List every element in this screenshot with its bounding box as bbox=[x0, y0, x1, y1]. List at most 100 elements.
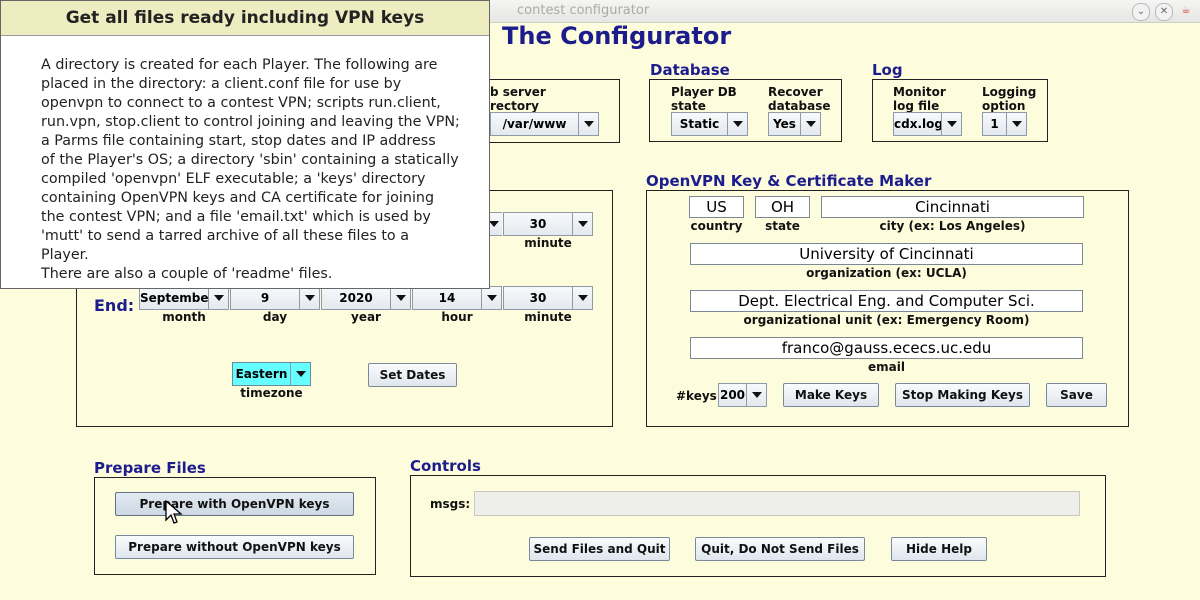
logging-option-label-2: option bbox=[982, 99, 1026, 113]
help-line: the contest VPN; and a file 'email.txt' … bbox=[41, 209, 431, 225]
log-file-label-1: Monitor bbox=[893, 85, 946, 99]
stop-making-keys-button[interactable]: Stop Making Keys bbox=[895, 383, 1030, 407]
end-month-select[interactable]: September bbox=[139, 286, 229, 310]
window-title: contest configurator bbox=[517, 3, 650, 18]
end-day-label: day bbox=[262, 310, 288, 324]
country-label: country bbox=[690, 219, 743, 233]
prepare-files-title: Prepare Files bbox=[94, 459, 206, 477]
state-field[interactable]: OH bbox=[755, 196, 810, 218]
close-icon[interactable]: ✕ bbox=[1155, 3, 1173, 21]
log-file-select[interactable]: cdx.log bbox=[893, 112, 962, 136]
logging-option-select[interactable]: 1 bbox=[982, 112, 1027, 136]
controls-title: Controls bbox=[410, 457, 481, 475]
help-line: 'mutt' to send a tarred archive of all t… bbox=[41, 228, 409, 263]
java-icon: ☕ bbox=[1181, 5, 1191, 16]
chevron-down-icon bbox=[572, 213, 592, 235]
timezone-label: timezone bbox=[240, 386, 303, 400]
chevron-down-icon bbox=[746, 384, 766, 406]
player-db-state-value: Static bbox=[679, 117, 720, 131]
help-title: Get all files ready including VPN keys bbox=[1, 1, 489, 36]
quit-no-send-button[interactable]: Quit, Do Not Send Files bbox=[695, 537, 865, 561]
state-label: state bbox=[765, 219, 800, 233]
logging-option-label-1: Logging bbox=[982, 85, 1037, 99]
organization-field[interactable]: University of Cincinnati bbox=[690, 243, 1083, 265]
log-title: Log bbox=[872, 61, 903, 79]
hide-help-button[interactable]: Hide Help bbox=[891, 537, 987, 561]
timezone-select[interactable]: Eastern bbox=[232, 362, 311, 386]
help-line: placed in the directory: a client.conf f… bbox=[41, 76, 402, 92]
player-db-label-2: state bbox=[671, 99, 706, 113]
help-line: There are also a couple of 'readme' file… bbox=[41, 266, 333, 282]
timezone-value: Eastern bbox=[235, 367, 288, 381]
chevron-down-icon bbox=[299, 287, 319, 309]
help-line: A directory is created for each Player. … bbox=[41, 57, 438, 73]
chevron-down-icon bbox=[578, 113, 598, 135]
msgs-label: msgs: bbox=[430, 497, 471, 511]
end-hour-select[interactable]: 14 bbox=[412, 286, 502, 310]
keys-count-select[interactable]: 200 bbox=[718, 383, 767, 407]
city-field[interactable]: Cincinnati bbox=[821, 196, 1084, 218]
logging-option-value: 1 bbox=[990, 117, 999, 131]
player-db-state-select[interactable]: Static bbox=[671, 112, 748, 136]
make-keys-button[interactable]: Make Keys bbox=[783, 383, 879, 407]
end-year-value: 2020 bbox=[339, 291, 373, 305]
end-hour-value: 14 bbox=[438, 291, 456, 305]
save-button[interactable]: Save bbox=[1046, 383, 1107, 407]
database-title: Database bbox=[650, 61, 730, 79]
keys-label: #keys: bbox=[676, 389, 722, 403]
mouse-cursor-icon bbox=[165, 500, 183, 524]
help-line: run.vpn, stop.client to control joining … bbox=[41, 114, 460, 130]
minimize-icon[interactable]: ⌄ bbox=[1132, 3, 1150, 21]
help-line: compiled 'openvpn' ELF executable; a 'ke… bbox=[41, 171, 426, 187]
prepare-with-keys-button[interactable]: Prepare with OpenVPN keys bbox=[115, 492, 354, 516]
chevron-down-icon bbox=[727, 113, 747, 135]
webserver-label-1: b server bbox=[490, 85, 546, 99]
email-field[interactable]: franco@gauss.ececs.uc.edu bbox=[690, 337, 1083, 359]
end-year-select[interactable]: 2020 bbox=[321, 286, 411, 310]
msgs-field[interactable] bbox=[474, 491, 1080, 516]
recover-db-select[interactable]: Yes bbox=[768, 112, 821, 136]
chevron-down-icon bbox=[390, 287, 410, 309]
country-field[interactable]: US bbox=[689, 196, 744, 218]
start-minute-label: minute bbox=[524, 236, 572, 250]
organization-label: organization (ex: UCLA) bbox=[806, 266, 967, 280]
end-hour-label: hour bbox=[441, 310, 473, 324]
webserver-label-2: rectory bbox=[490, 99, 539, 113]
recover-db-value: Yes bbox=[773, 117, 796, 131]
help-popup: Get all files ready including VPN keys A… bbox=[0, 0, 490, 289]
set-dates-button[interactable]: Set Dates bbox=[368, 363, 457, 387]
end-minute-select[interactable]: 30 bbox=[503, 286, 593, 310]
log-file-value: cdx.log bbox=[894, 117, 941, 131]
help-line: a Parms file containing start, stop date… bbox=[41, 133, 436, 149]
help-text: A directory is created for each Player. … bbox=[41, 56, 461, 284]
end-year-label: year bbox=[351, 310, 381, 324]
player-db-label-1: Player DB bbox=[671, 85, 737, 99]
keys-count-value: 200 bbox=[719, 388, 746, 402]
webserver-directory-select[interactable]: /var/www bbox=[490, 112, 599, 136]
end-month-label: month bbox=[162, 310, 206, 324]
end-minute-label: minute bbox=[524, 310, 572, 324]
start-minute-select[interactable]: 30 bbox=[503, 212, 593, 236]
start-minute-value: 30 bbox=[529, 217, 547, 231]
end-month-value: September bbox=[140, 291, 208, 305]
org-unit-field[interactable]: Dept. Electrical Eng. and Computer Sci. bbox=[690, 290, 1083, 312]
chevron-down-icon bbox=[481, 287, 501, 309]
send-files-quit-button[interactable]: Send Files and Quit bbox=[529, 537, 670, 561]
recover-db-label-2: database bbox=[768, 99, 831, 113]
chevron-down-icon bbox=[941, 113, 961, 135]
end-minute-value: 30 bbox=[529, 291, 547, 305]
org-unit-label: organizational unit (ex: Emergency Room) bbox=[743, 313, 1030, 327]
email-label: email bbox=[868, 360, 905, 374]
end-label: End: bbox=[94, 296, 135, 315]
help-line: of the Player's OS; a directory 'sbin' c… bbox=[41, 152, 459, 168]
chevron-down-icon bbox=[800, 113, 820, 135]
end-day-select[interactable]: 9 bbox=[230, 286, 320, 310]
app-title: The Configurator bbox=[502, 22, 732, 50]
chevron-down-icon bbox=[208, 287, 228, 309]
help-line: containing OpenVPN keys and CA certifica… bbox=[41, 190, 435, 206]
recover-db-label-1: Recover bbox=[768, 85, 823, 99]
end-day-value: 9 bbox=[260, 291, 270, 305]
chevron-down-icon bbox=[1006, 113, 1026, 135]
city-label: city (ex: Los Angeles) bbox=[879, 219, 1026, 233]
prepare-without-keys-button[interactable]: Prepare without OpenVPN keys bbox=[115, 535, 354, 559]
